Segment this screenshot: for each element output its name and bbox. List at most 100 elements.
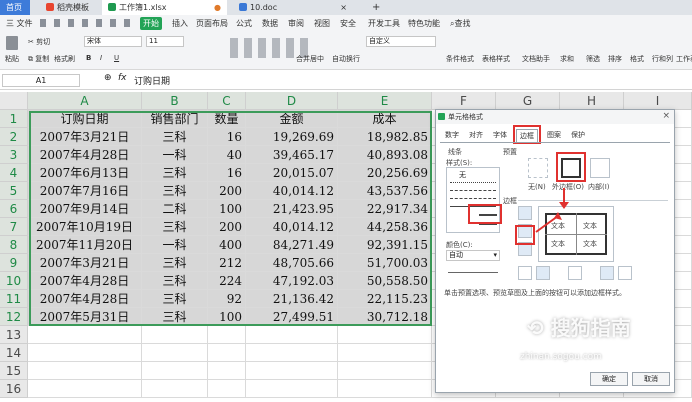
format-painter-button[interactable]: 格式刷 bbox=[54, 54, 75, 64]
italic-icon[interactable]: I bbox=[100, 54, 102, 62]
cell-qty[interactable]: 16 bbox=[208, 128, 246, 146]
cell-cost[interactable]: 22,115.23 bbox=[338, 290, 432, 308]
copy-button[interactable]: ⧉ 复制 bbox=[28, 54, 49, 64]
cell-amount[interactable]: 20,015.07 bbox=[246, 164, 338, 182]
row-header[interactable]: 12 bbox=[0, 308, 28, 326]
font-size-select[interactable]: 11 bbox=[146, 36, 184, 47]
doc-helper-button[interactable]: 文档助手 bbox=[522, 54, 550, 64]
col-header[interactable]: B bbox=[142, 92, 208, 110]
menu-view[interactable]: 视图 bbox=[314, 17, 330, 30]
row-header[interactable]: 7 bbox=[0, 218, 28, 236]
cut-button[interactable]: ✂ 剪切 bbox=[28, 37, 50, 47]
menu-start[interactable]: 开始 bbox=[140, 17, 162, 30]
row-header[interactable]: 10 bbox=[0, 272, 28, 290]
sort-button[interactable]: 排序 bbox=[608, 54, 622, 64]
border-left-button[interactable] bbox=[536, 266, 550, 280]
cell-cost[interactable]: 50,558.50 bbox=[338, 272, 432, 290]
cell-amount[interactable]: 84,271.49 bbox=[246, 236, 338, 254]
tab-workbook[interactable]: 工作簿1.xlsx ● bbox=[102, 0, 227, 15]
empty-cell[interactable] bbox=[246, 380, 338, 398]
border-diag-up-button[interactable] bbox=[518, 266, 532, 280]
cell-date[interactable]: 2007年9月14日 bbox=[28, 200, 142, 218]
cell-amount[interactable]: 40,014.12 bbox=[246, 182, 338, 200]
bold-icon[interactable]: B bbox=[86, 54, 91, 62]
select-all-corner[interactable] bbox=[0, 92, 28, 110]
menu-special[interactable]: 特色功能 bbox=[408, 17, 440, 30]
line-style-sample[interactable] bbox=[450, 190, 496, 191]
empty-cell[interactable] bbox=[208, 380, 246, 398]
table-style-button[interactable]: 表格样式 bbox=[482, 54, 510, 64]
empty-cell[interactable] bbox=[208, 344, 246, 362]
header-cell[interactable]: 订购日期 bbox=[28, 110, 142, 128]
row-header[interactable]: 4 bbox=[0, 164, 28, 182]
cell-amount[interactable]: 27,499.51 bbox=[246, 308, 338, 326]
zoom-icon[interactable]: ⊕ bbox=[104, 73, 112, 83]
conditional-format-button[interactable]: 条件格式 bbox=[446, 54, 474, 64]
header-cell[interactable]: 数量 bbox=[208, 110, 246, 128]
row-header[interactable]: 8 bbox=[0, 236, 28, 254]
col-header[interactable]: E bbox=[338, 92, 432, 110]
cell-cost[interactable]: 92,391.15 bbox=[338, 236, 432, 254]
cell-qty[interactable]: 92 bbox=[208, 290, 246, 308]
empty-cell[interactable] bbox=[338, 362, 432, 380]
menu-data[interactable]: 数据 bbox=[262, 17, 278, 30]
border-center-button[interactable] bbox=[568, 266, 582, 280]
menu-review[interactable]: 审阅 bbox=[288, 17, 304, 30]
filter-button[interactable]: 筛选 bbox=[586, 54, 600, 64]
close-icon[interactable]: ● bbox=[214, 0, 221, 15]
header-cell[interactable]: 销售部门 bbox=[142, 110, 208, 128]
row-header[interactable]: 15 bbox=[0, 362, 28, 380]
cell-cost[interactable]: 18,982.85 bbox=[338, 128, 432, 146]
ok-button[interactable]: 确定 bbox=[590, 372, 628, 386]
row-header[interactable]: 14 bbox=[0, 344, 28, 362]
color-select[interactable]: 自动 ▾ bbox=[446, 250, 500, 261]
empty-cell[interactable] bbox=[28, 380, 142, 398]
cell-date[interactable]: 2007年11月20日 bbox=[28, 236, 142, 254]
cell-cost[interactable]: 51,700.03 bbox=[338, 254, 432, 272]
row-header[interactable]: 11 bbox=[0, 290, 28, 308]
cell-amount[interactable]: 47,192.03 bbox=[246, 272, 338, 290]
border-diag-down-button[interactable] bbox=[618, 266, 632, 280]
row-header[interactable]: 3 bbox=[0, 146, 28, 164]
empty-cell[interactable] bbox=[246, 326, 338, 344]
cell-dept[interactable]: 三科 bbox=[142, 218, 208, 236]
cell-amount[interactable]: 48,705.66 bbox=[246, 254, 338, 272]
cell-date[interactable]: 2007年4月28日 bbox=[28, 290, 142, 308]
empty-cell[interactable] bbox=[142, 362, 208, 380]
menu-file[interactable]: 三 文件 bbox=[6, 17, 33, 30]
cell-cost[interactable]: 20,256.69 bbox=[338, 164, 432, 182]
cell-qty[interactable]: 200 bbox=[208, 182, 246, 200]
row-header[interactable]: 16 bbox=[0, 380, 28, 398]
cell-dept[interactable]: 三科 bbox=[142, 254, 208, 272]
cell-amount[interactable]: 21,423.95 bbox=[246, 200, 338, 218]
cell-cost[interactable]: 40,893.08 bbox=[338, 146, 432, 164]
empty-cell[interactable] bbox=[28, 326, 142, 344]
cell-dept[interactable]: 三科 bbox=[142, 308, 208, 326]
cell-dept[interactable]: 三科 bbox=[142, 182, 208, 200]
empty-cell[interactable] bbox=[28, 362, 142, 380]
formula-input[interactable]: 订购日期 bbox=[134, 74, 170, 87]
font-select[interactable]: 宋体 bbox=[84, 36, 142, 47]
empty-cell[interactable] bbox=[338, 326, 432, 344]
cell-cost[interactable]: 44,258.36 bbox=[338, 218, 432, 236]
new-tab-button[interactable]: + bbox=[366, 0, 380, 15]
paste-button[interactable]: 粘贴 bbox=[5, 54, 19, 64]
cell-date[interactable]: 2007年6月13日 bbox=[28, 164, 142, 182]
merge-center-button[interactable]: 合并居中 bbox=[296, 54, 324, 64]
menu-developer[interactable]: 开发工具 bbox=[368, 17, 400, 30]
border-top-button[interactable] bbox=[518, 206, 532, 220]
cell-date[interactable]: 2007年3月21日 bbox=[28, 128, 142, 146]
cell-amount[interactable]: 39,465.17 bbox=[246, 146, 338, 164]
search-box[interactable]: ⌕查找 bbox=[450, 17, 470, 30]
line-style-sample[interactable] bbox=[450, 182, 496, 183]
tab-font[interactable]: 字体 bbox=[490, 129, 510, 141]
row-header[interactable]: 1 bbox=[0, 110, 28, 128]
cell-date[interactable]: 2007年3月21日 bbox=[28, 254, 142, 272]
col-header[interactable]: F bbox=[432, 92, 496, 110]
cell-date[interactable]: 2007年7月16日 bbox=[28, 182, 142, 200]
empty-cell[interactable] bbox=[338, 380, 432, 398]
menu-insert[interactable]: 插入 bbox=[172, 17, 188, 30]
close-icon[interactable]: × bbox=[662, 111, 670, 121]
cell-amount[interactable]: 19,269.69 bbox=[246, 128, 338, 146]
cell-cost[interactable]: 43,537.56 bbox=[338, 182, 432, 200]
